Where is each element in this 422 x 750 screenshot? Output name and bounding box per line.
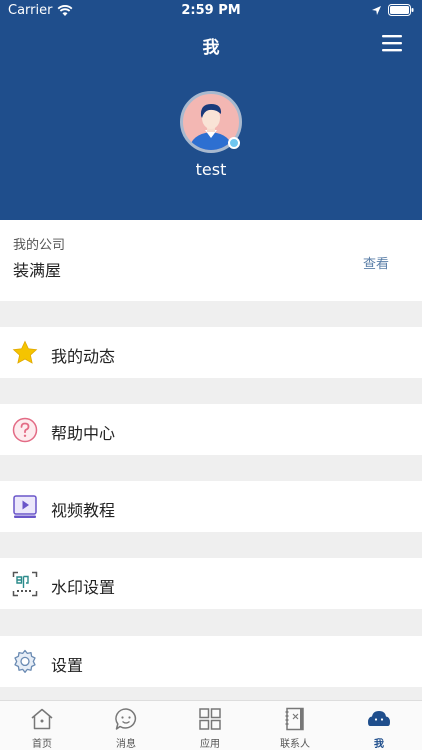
username: test: [195, 160, 227, 179]
status-right: [371, 4, 414, 16]
menu-item-my-activity[interactable]: 我的动态: [0, 327, 422, 378]
tab-me[interactable]: 我: [337, 701, 421, 750]
tab-apps[interactable]: 应用: [168, 701, 252, 750]
gear-icon: [14, 649, 36, 673]
menu-item-settings[interactable]: 设置: [0, 636, 422, 687]
profile-header: Carrier 2:59 PM 我 test: [0, 0, 422, 220]
apps-icon: [199, 708, 221, 730]
verified-badge-icon: [228, 137, 240, 149]
hamburger-menu-icon[interactable]: [382, 34, 402, 52]
message-icon: [115, 708, 137, 730]
status-bar: Carrier 2:59 PM: [0, 0, 422, 22]
company-name: 装满屋: [13, 261, 62, 280]
tab-contacts[interactable]: 联系人: [253, 701, 337, 750]
menu-item-video-tutorial[interactable]: 视频教程: [0, 481, 422, 532]
video-icon: [13, 495, 37, 518]
tab-messages[interactable]: 消息: [84, 701, 168, 750]
tab-home[interactable]: 首页: [0, 701, 84, 750]
contacts-icon: [285, 707, 304, 731]
status-time: 2:59 PM: [181, 3, 241, 18]
battery-icon: [388, 4, 414, 16]
menu-item-label: 我的动态: [51, 347, 116, 366]
company-view-link[interactable]: 查看: [363, 253, 389, 272]
tab-label: 首页: [32, 739, 52, 750]
tab-label: 我: [374, 739, 384, 750]
location-arrow-icon: [372, 5, 381, 15]
menu-item-label: 水印设置: [51, 578, 116, 597]
tab-label: 应用: [200, 739, 220, 750]
menu-item-label: 帮助中心: [51, 424, 116, 443]
company-label: 我的公司: [13, 238, 66, 253]
tab-label: 消息: [116, 739, 136, 750]
help-icon: [12, 417, 38, 443]
menu-item-label: 设置: [51, 656, 84, 675]
watermark-icon: [12, 571, 38, 597]
page-title: 我: [202, 38, 220, 58]
menu-item-label: 视频教程: [51, 501, 116, 520]
star-icon: [12, 340, 38, 364]
menu-item-watermark-settings[interactable]: 水印设置: [0, 558, 422, 609]
company-card[interactable]: 我的公司 装满屋 查看: [0, 220, 422, 301]
home-icon: [31, 708, 53, 730]
profile-icon: [368, 711, 390, 726]
menu-item-help-center[interactable]: 帮助中心: [0, 404, 422, 455]
tab-label: 联系人: [280, 739, 310, 750]
avatar[interactable]: [180, 91, 242, 153]
tab-bar: 首页 消息 应用 联系人 我: [0, 700, 422, 750]
